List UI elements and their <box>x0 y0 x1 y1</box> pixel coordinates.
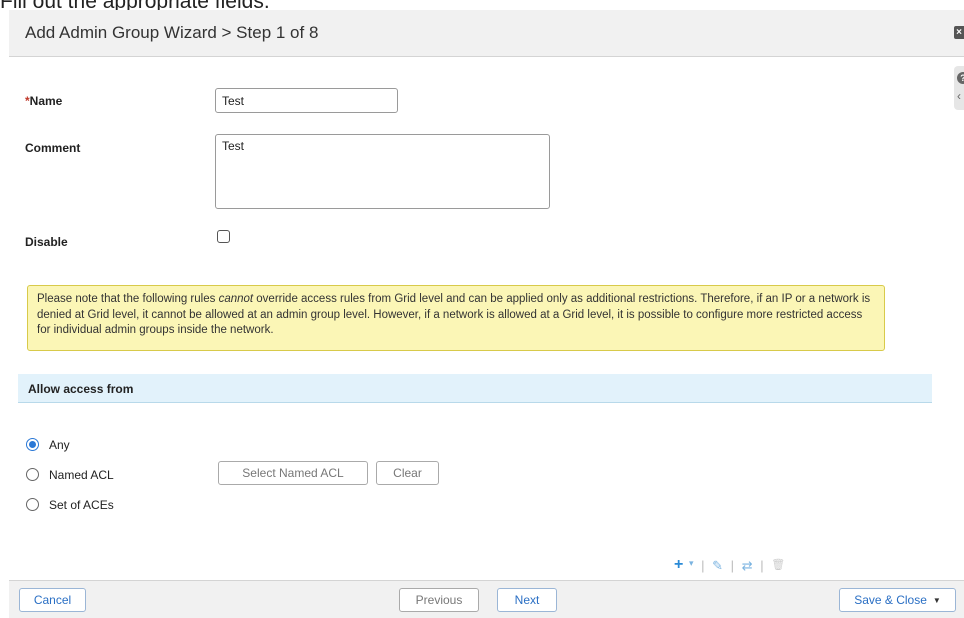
comment-textarea[interactable]: Test <box>215 134 550 209</box>
add-icon[interactable]: + <box>674 557 683 573</box>
radio-any-label[interactable]: Any <box>49 438 70 452</box>
save-and-close-label: Save & Close <box>854 593 927 607</box>
allow-access-section-header: Allow access from <box>18 374 932 403</box>
comment-label: Comment <box>25 141 81 155</box>
note-text-start: Please note that the following rules <box>37 293 219 305</box>
name-input[interactable] <box>215 88 398 113</box>
admin-group-wizard-dialog: Add Admin Group Wizard > Step 1 of 8 × ?… <box>9 10 964 618</box>
disable-label: Disable <box>25 235 68 249</box>
clear-button[interactable]: Clear <box>376 461 439 485</box>
radio-any[interactable] <box>26 438 39 451</box>
aces-toolbar: + ▾ | ✎ | ⇄ | 🗑 <box>674 557 785 576</box>
next-button[interactable]: Next <box>497 588 557 612</box>
previous-button[interactable]: Previous <box>399 588 479 612</box>
radio-named-acl-label[interactable]: Named ACL <box>49 468 114 482</box>
note-emphasis: cannot <box>218 293 254 305</box>
restriction-note: Please note that the following rules can… <box>27 285 885 351</box>
name-label-text: Name <box>29 94 63 108</box>
chevron-down-icon[interactable]: ▼ <box>933 596 941 605</box>
select-named-acl-button[interactable]: Select Named ACL <box>218 461 368 485</box>
save-and-close-button[interactable]: Save & Close ▼ <box>839 588 956 612</box>
help-side-tab[interactable]: ? ‹ <box>954 66 964 110</box>
delete-icon[interactable]: 🗑 <box>771 558 785 571</box>
dialog-titlebar: Add Admin Group Wizard > Step 1 of 8 × <box>9 10 964 57</box>
radio-named-acl[interactable] <box>26 468 39 481</box>
radio-set-of-aces[interactable] <box>26 498 39 511</box>
name-label: *Name <box>25 94 62 108</box>
toolbar-separator: | <box>760 558 764 573</box>
dialog-title: Add Admin Group Wizard > Step 1 of 8 <box>25 23 319 42</box>
close-icon[interactable]: × <box>954 26 964 39</box>
toolbar-separator: | <box>730 558 735 573</box>
disable-checkbox[interactable] <box>217 230 230 243</box>
edit-icon[interactable]: ✎ <box>712 558 723 574</box>
collapse-icon[interactable]: ‹ <box>957 90 961 102</box>
dialog-footer: Cancel Previous Next Save & Close ▼ <box>9 580 964 618</box>
toolbar-separator: | <box>701 558 705 573</box>
swap-icon[interactable]: ⇄ <box>742 558 753 574</box>
help-icon[interactable]: ? <box>957 72 964 84</box>
cancel-button[interactable]: Cancel <box>19 588 86 612</box>
radio-set-of-aces-label[interactable]: Set of ACEs <box>49 498 114 512</box>
dropdown-caret-icon[interactable]: ▾ <box>689 558 694 569</box>
